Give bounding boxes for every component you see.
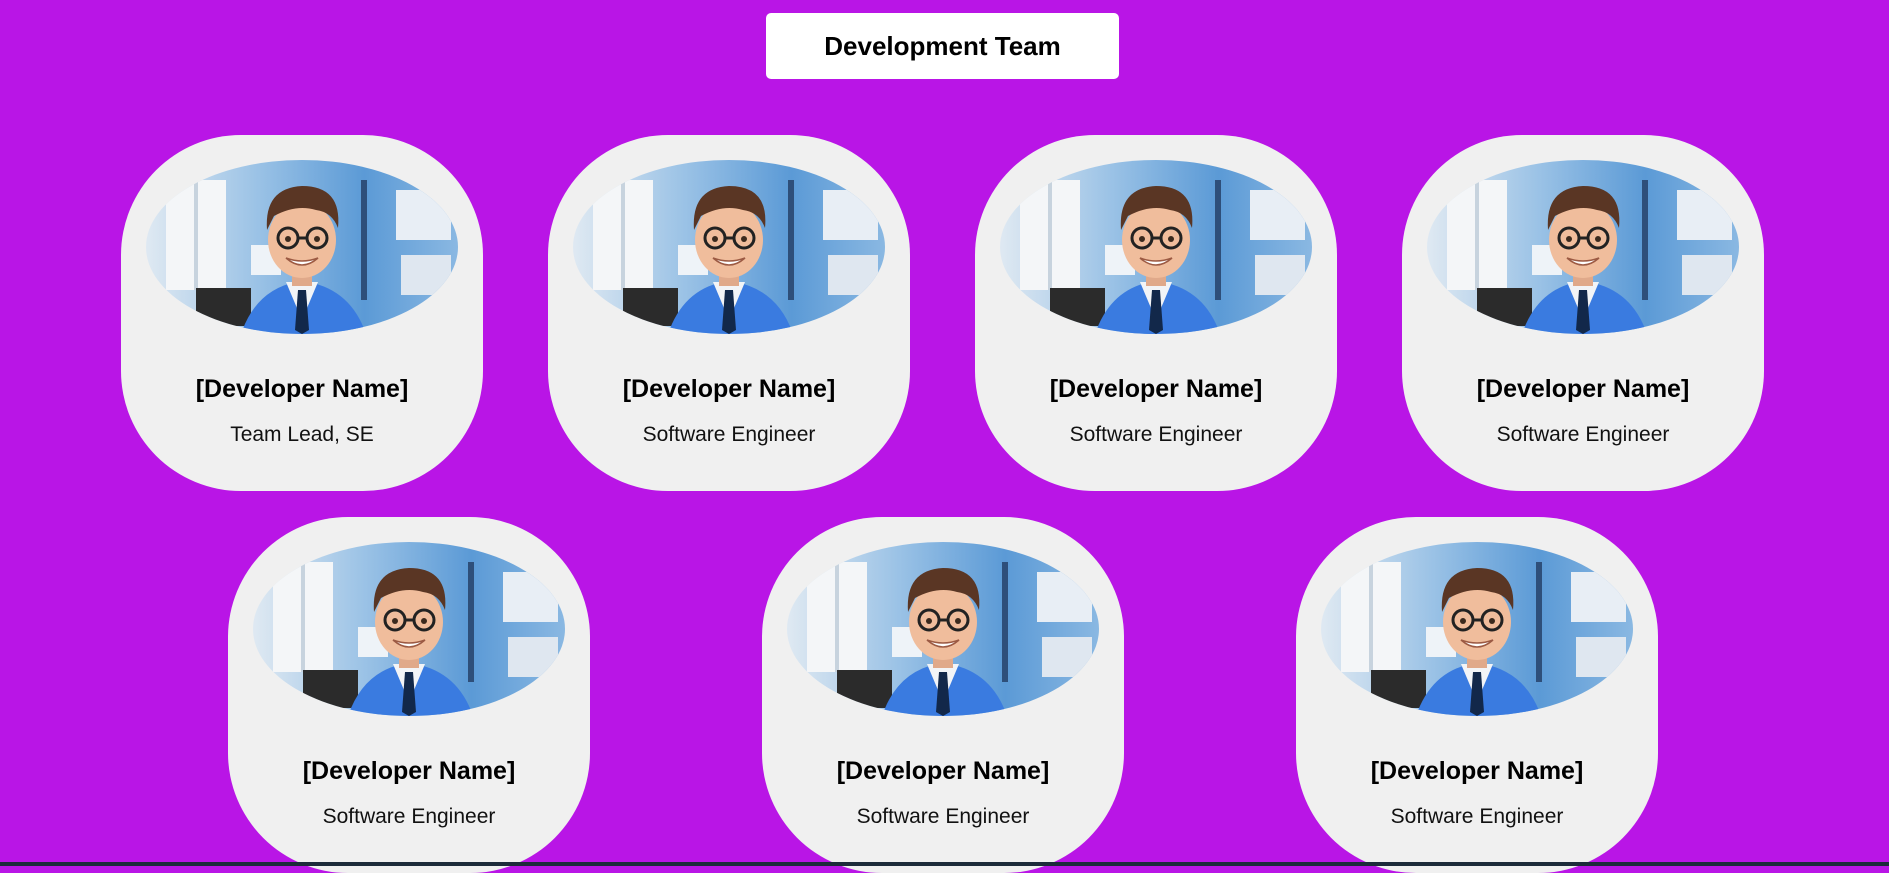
developer-avatar-icon	[1321, 542, 1633, 716]
team-member-card: [Developer Name] Software Engineer	[1296, 517, 1658, 873]
developer-name: [Developer Name]	[1370, 757, 1584, 785]
team-member-card: [Developer Name] Software Engineer	[548, 135, 910, 491]
developer-avatar-icon	[146, 160, 458, 334]
developer-name: [Developer Name]	[302, 757, 516, 785]
developer-role: Software Engineer	[322, 805, 496, 828]
developer-role: Software Engineer	[856, 805, 1030, 828]
developer-avatar-icon	[1427, 160, 1739, 334]
team-member-card: [Developer Name] Team Lead, SE	[121, 135, 483, 491]
developer-name: [Developer Name]	[1476, 375, 1690, 403]
page-title-box: Development Team	[766, 13, 1119, 79]
developer-name: [Developer Name]	[836, 757, 1050, 785]
developer-name: [Developer Name]	[195, 375, 409, 403]
bottom-border	[0, 862, 1889, 866]
page-title: Development Team	[824, 30, 1061, 61]
developer-avatar-icon	[573, 160, 885, 334]
developer-name: [Developer Name]	[1049, 375, 1263, 403]
developer-avatar-icon	[1000, 160, 1312, 334]
developer-role: Software Engineer	[1069, 423, 1243, 446]
developer-role: Team Lead, SE	[230, 423, 374, 446]
developer-name: [Developer Name]	[622, 375, 836, 403]
team-member-card: [Developer Name] Software Engineer	[975, 135, 1337, 491]
developer-role: Software Engineer	[642, 423, 816, 446]
team-member-card: [Developer Name] Software Engineer	[1402, 135, 1764, 491]
developer-role: Software Engineer	[1390, 805, 1564, 828]
developer-role: Software Engineer	[1496, 423, 1670, 446]
developer-avatar-icon	[787, 542, 1099, 716]
developer-avatar-icon	[253, 542, 565, 716]
team-member-card: [Developer Name] Software Engineer	[228, 517, 590, 873]
team-member-card: [Developer Name] Software Engineer	[762, 517, 1124, 873]
